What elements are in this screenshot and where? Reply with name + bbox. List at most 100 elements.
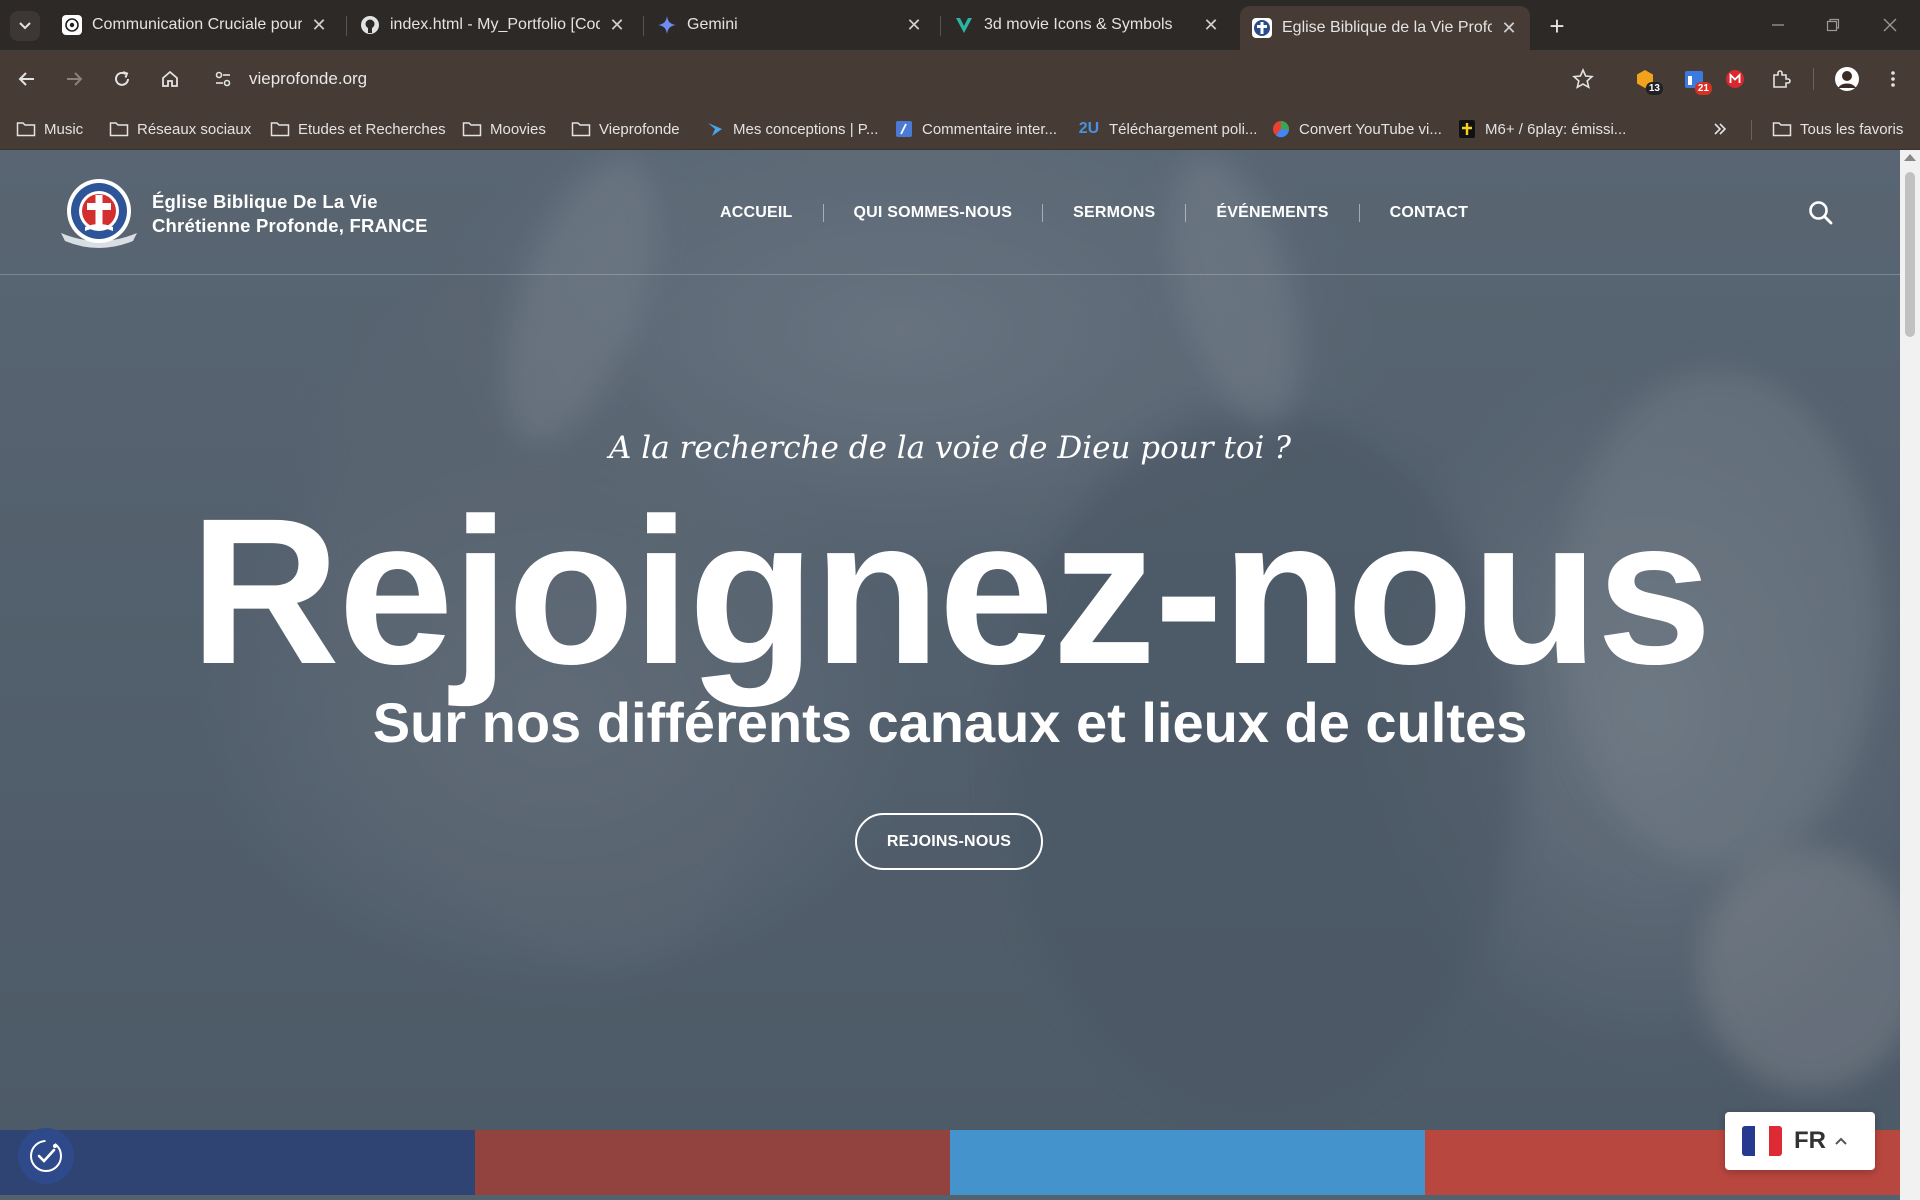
tab-close-icon[interactable]: ✕ xyxy=(903,14,925,36)
reload-icon xyxy=(115,71,129,86)
back-button[interactable] xyxy=(9,61,45,97)
site-search-button[interactable] xyxy=(1806,198,1836,228)
nav-accueil[interactable]: ACCUEIL xyxy=(720,198,793,228)
search-icon xyxy=(1809,201,1833,225)
hero-subheadline: Sur nos différents canaux et lieux de cu… xyxy=(372,691,1528,754)
bookmark-folder[interactable]: Réseaux sociaux xyxy=(109,116,251,142)
restore-button[interactable] xyxy=(1813,8,1853,42)
scrollbar-thumb[interactable] xyxy=(1905,172,1915,337)
extension-honey-button[interactable]: 13 xyxy=(1627,61,1663,97)
accessibility-icon xyxy=(30,1140,62,1172)
restore-icon xyxy=(1826,18,1840,32)
tab-close-icon[interactable]: ✕ xyxy=(606,14,628,36)
toolbar-divider xyxy=(1813,68,1814,90)
nav-qui-sommes-nous[interactable]: QUI SOMMES-NOUS xyxy=(854,198,1013,228)
logo-line-1: Église Biblique De La Vie xyxy=(152,191,378,212)
tab-1[interactable]: index.html - My_Portfolio [Code ✕ xyxy=(348,6,638,44)
profile-button[interactable] xyxy=(1829,61,1865,97)
double-chevron-right-icon xyxy=(1714,123,1727,135)
hero-tagline: A la recherche de la voie de Dieu pour t… xyxy=(609,430,1291,466)
bookmark-link[interactable]: Mes conceptions | P... xyxy=(705,116,878,142)
all-bookmarks-folder[interactable]: Tous les favoris xyxy=(1772,116,1903,142)
tab-2[interactable]: Gemini ✕ xyxy=(645,6,935,44)
home-button[interactable] xyxy=(152,61,188,97)
page-scrollbar[interactable] xyxy=(1900,150,1920,1200)
site-header: Église Biblique De La Vie Chrétienne Pro… xyxy=(0,150,1900,275)
bookmark-label: Mes conceptions | P... xyxy=(733,120,879,138)
extension-mega-button[interactable] xyxy=(1717,61,1753,97)
scroll-up-arrow-icon[interactable] xyxy=(1904,154,1916,161)
bookmark-link[interactable]: Convert YouTube vi... xyxy=(1271,116,1442,142)
bookmark-label: Convert YouTube vi... xyxy=(1299,120,1442,138)
bookmark-label: Etudes et Recherches xyxy=(298,120,446,138)
folder-icon xyxy=(462,120,482,138)
folder-icon xyxy=(270,120,290,138)
tab-0[interactable]: Communication Cruciale pour D ✕ xyxy=(50,6,340,44)
nav-separator xyxy=(1185,204,1187,222)
tab-title: index.html - My_Portfolio [Code xyxy=(390,16,600,33)
language-code: FR xyxy=(1794,1127,1826,1154)
new-tab-button[interactable]: + xyxy=(1542,11,1572,41)
home-icon xyxy=(162,70,178,87)
extensions-menu-button[interactable] xyxy=(1763,61,1799,97)
forward-button[interactable] xyxy=(56,61,92,97)
bookmark-folder[interactable]: Vieprofonde xyxy=(571,116,680,142)
bookmark-folder[interactable]: Moovies xyxy=(462,116,546,142)
tab-4-active[interactable]: Eglise Biblique de la Vie Profonde ✕ xyxy=(1240,6,1530,50)
site-settings-icon[interactable] xyxy=(214,70,232,88)
tab-title: Gemini xyxy=(687,16,738,33)
strip-block-brick xyxy=(475,1130,950,1195)
folder-icon xyxy=(109,120,129,138)
nav-contact[interactable]: CONTACT xyxy=(1390,198,1468,228)
address-bar[interactable]: vieprofonde.org xyxy=(205,58,1595,100)
tab-close-icon[interactable]: ✕ xyxy=(1498,17,1520,39)
nav-evenements[interactable]: ÉVÉNEMENTS xyxy=(1216,198,1328,228)
tab-close-icon[interactable]: ✕ xyxy=(308,14,330,36)
avatar xyxy=(1835,67,1859,91)
folder-icon xyxy=(1772,120,1792,138)
menu-button[interactable] xyxy=(1875,61,1911,97)
rejoins-nous-button[interactable]: REJOINS-NOUS xyxy=(855,813,1043,870)
language-switcher[interactable]: FR xyxy=(1725,1112,1875,1170)
tab-search-button[interactable] xyxy=(10,11,40,41)
extension-calendar-button[interactable]: 21 xyxy=(1676,61,1712,97)
bookmark-label: Music xyxy=(44,120,84,138)
bookmark-link[interactable]: M6+ / 6play: émissi... xyxy=(1457,116,1626,142)
openai-icon xyxy=(62,15,82,35)
tab-3[interactable]: 3d movie Icons & Symbols ✕ xyxy=(942,6,1232,44)
bookmark-label: Réseaux sociaux xyxy=(137,120,252,138)
close-window-button[interactable] xyxy=(1870,8,1910,42)
bookmark-label: Tous les favoris xyxy=(1800,120,1904,138)
star-icon xyxy=(1572,68,1594,89)
church-logo[interactable] xyxy=(57,175,141,251)
2u-icon: 2U xyxy=(1078,120,1100,137)
bookmark-folder[interactable]: Etudes et Recherches xyxy=(270,116,446,142)
bookmark-label: M6+ / 6play: émissi... xyxy=(1485,120,1627,138)
minimize-button[interactable] xyxy=(1758,8,1798,42)
bookmark-star-button[interactable] xyxy=(1565,61,1601,97)
tab-separator xyxy=(643,16,644,36)
arrow-right-icon xyxy=(67,72,83,86)
main-navigation: ACCUEIL QUI SOMMES-NOUS SERMONS ÉVÉNEMEN… xyxy=(720,198,1468,228)
tab-close-icon[interactable]: ✕ xyxy=(1200,14,1222,36)
m6-icon xyxy=(1457,120,1477,138)
github-icon xyxy=(360,15,380,35)
puzzle-icon xyxy=(1773,70,1791,88)
strip-block-blue xyxy=(950,1130,1425,1195)
bookmark-folder[interactable]: Music xyxy=(16,116,83,142)
bookmark-link[interactable]: Commentaire inter... xyxy=(894,116,1057,142)
logo-line-2: Chrétienne Profonde, FRANCE xyxy=(152,215,428,236)
bookmark-link[interactable]: 2U Téléchargement poli... xyxy=(1077,116,1258,142)
address-url[interactable]: vieprofonde.org xyxy=(249,69,367,89)
reload-button[interactable] xyxy=(104,61,140,97)
chevron-up-icon xyxy=(1835,1137,1847,1145)
accessibility-button[interactable] xyxy=(18,1128,74,1184)
mega-extension-icon xyxy=(1726,70,1744,88)
bookmarks-overflow-button[interactable] xyxy=(1712,116,1728,142)
nav-separator xyxy=(1042,204,1044,222)
site-logo-text[interactable]: Église Biblique De La Vie Chrétienne Pro… xyxy=(152,190,428,238)
extension-badge: 13 xyxy=(1645,82,1663,95)
nav-sermons[interactable]: SERMONS xyxy=(1073,198,1155,228)
tab-title: Communication Cruciale pour D xyxy=(92,16,302,33)
bookmark-label: Vieprofonde xyxy=(599,120,680,138)
